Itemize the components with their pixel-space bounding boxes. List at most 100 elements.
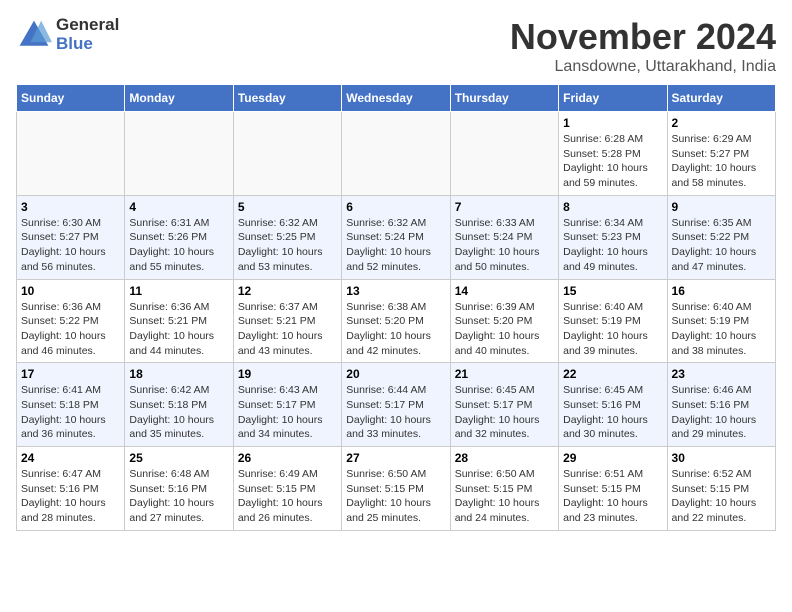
calendar-cell: 26Sunrise: 6:49 AM Sunset: 5:15 PM Dayli… (233, 447, 341, 531)
day-info: Sunrise: 6:28 AM Sunset: 5:28 PM Dayligh… (563, 132, 662, 191)
day-number: 18 (129, 367, 228, 381)
day-info: Sunrise: 6:44 AM Sunset: 5:17 PM Dayligh… (346, 383, 445, 442)
day-number: 9 (672, 200, 771, 214)
calendar-cell (450, 112, 558, 196)
calendar-cell: 25Sunrise: 6:48 AM Sunset: 5:16 PM Dayli… (125, 447, 233, 531)
calendar-cell: 18 Sunrise: 6:42 AM Sunset: 5:18 PM Dayli… (125, 363, 233, 447)
day-info: Sunrise: 6:45 AM Sunset: 5:17 PM Dayligh… (455, 383, 554, 442)
calendar-cell: 8 Sunrise: 6:34 AM Sunset: 5:23 PM Daylig… (559, 195, 667, 279)
day-number: 30 (672, 451, 771, 465)
calendar-cell (17, 112, 125, 196)
header: General Blue November 2024 Lansdowne, Ut… (16, 16, 776, 76)
day-info: Sunrise: 6:51 AM Sunset: 5:15 PM Dayligh… (563, 467, 662, 526)
col-header-sunday: Sunday (17, 85, 125, 112)
col-header-saturday: Saturday (667, 85, 775, 112)
day-info: Sunrise: 6:39 AM Sunset: 5:20 PM Dayligh… (455, 300, 554, 359)
day-info: Sunrise: 6:41 AM Sunset: 5:18 PM Dayligh… (21, 383, 120, 442)
week-row-4: 17 Sunrise: 6:41 AM Sunset: 5:18 PM Dayli… (17, 363, 776, 447)
col-header-monday: Monday (125, 85, 233, 112)
day-info: Sunrise: 6:47 AM Sunset: 5:16 PM Dayligh… (21, 467, 120, 526)
day-number: 14 (455, 284, 554, 298)
day-info: Sunrise: 6:49 AM Sunset: 5:15 PM Dayligh… (238, 467, 337, 526)
day-number: 16 (672, 284, 771, 298)
logo: General Blue (16, 16, 119, 53)
calendar-cell: 2Sunrise: 6:29 AM Sunset: 5:27 PM Daylig… (667, 112, 775, 196)
calendar-cell: 19 Sunrise: 6:43 AM Sunset: 5:17 PM Dayli… (233, 363, 341, 447)
day-number: 8 (563, 200, 662, 214)
calendar-cell: 29 Sunrise: 6:51 AM Sunset: 5:15 PM Dayli… (559, 447, 667, 531)
day-number: 20 (346, 367, 445, 381)
day-info: Sunrise: 6:42 AM Sunset: 5:18 PM Dayligh… (129, 383, 228, 442)
day-number: 4 (129, 200, 228, 214)
day-number: 24 (21, 451, 120, 465)
calendar-cell: 14 Sunrise: 6:39 AM Sunset: 5:20 PM Dayli… (450, 279, 558, 363)
calendar-cell (125, 112, 233, 196)
day-info: Sunrise: 6:32 AM Sunset: 5:25 PM Dayligh… (238, 216, 337, 275)
day-number: 17 (21, 367, 120, 381)
day-number: 27 (346, 451, 445, 465)
day-info: Sunrise: 6:46 AM Sunset: 5:16 PM Dayligh… (672, 383, 771, 442)
logo-icon (16, 17, 52, 53)
calendar-cell: 10Sunrise: 6:36 AM Sunset: 5:22 PM Dayli… (17, 279, 125, 363)
day-info: Sunrise: 6:50 AM Sunset: 5:15 PM Dayligh… (346, 467, 445, 526)
calendar-cell: 17 Sunrise: 6:41 AM Sunset: 5:18 PM Dayli… (17, 363, 125, 447)
calendar-cell: 16 Sunrise: 6:40 AM Sunset: 5:19 PM Dayli… (667, 279, 775, 363)
calendar-cell: 13Sunrise: 6:38 AM Sunset: 5:20 PM Dayli… (342, 279, 450, 363)
day-info: Sunrise: 6:36 AM Sunset: 5:21 PM Dayligh… (129, 300, 228, 359)
day-info: Sunrise: 6:40 AM Sunset: 5:19 PM Dayligh… (672, 300, 771, 359)
day-number: 25 (129, 451, 228, 465)
calendar-cell: 7 Sunrise: 6:33 AM Sunset: 5:24 PM Daylig… (450, 195, 558, 279)
logo-blue-text: Blue (56, 35, 119, 54)
calendar-cell: 5 Sunrise: 6:32 AM Sunset: 5:25 PM Daylig… (233, 195, 341, 279)
calendar-cell: 27 Sunrise: 6:50 AM Sunset: 5:15 PM Dayli… (342, 447, 450, 531)
col-header-thursday: Thursday (450, 85, 558, 112)
day-info: Sunrise: 6:43 AM Sunset: 5:17 PM Dayligh… (238, 383, 337, 442)
day-info: Sunrise: 6:30 AM Sunset: 5:27 PM Dayligh… (21, 216, 120, 275)
day-info: Sunrise: 6:34 AM Sunset: 5:23 PM Dayligh… (563, 216, 662, 275)
week-row-1: 1 Sunrise: 6:28 AM Sunset: 5:28 PM Daylig… (17, 112, 776, 196)
day-number: 6 (346, 200, 445, 214)
calendar-table: SundayMondayTuesdayWednesdayThursdayFrid… (16, 84, 776, 531)
day-number: 19 (238, 367, 337, 381)
calendar-cell: 24 Sunrise: 6:47 AM Sunset: 5:16 PM Dayli… (17, 447, 125, 531)
col-header-friday: Friday (559, 85, 667, 112)
calendar-cell: 30 Sunrise: 6:52 AM Sunset: 5:15 PM Dayli… (667, 447, 775, 531)
month-title: November 2024 (510, 16, 776, 58)
calendar-cell: 3Sunrise: 6:30 AM Sunset: 5:27 PM Daylig… (17, 195, 125, 279)
day-number: 12 (238, 284, 337, 298)
day-number: 1 (563, 116, 662, 130)
day-info: Sunrise: 6:40 AM Sunset: 5:19 PM Dayligh… (563, 300, 662, 359)
week-row-5: 24 Sunrise: 6:47 AM Sunset: 5:16 PM Dayli… (17, 447, 776, 531)
day-info: Sunrise: 6:33 AM Sunset: 5:24 PM Dayligh… (455, 216, 554, 275)
day-number: 29 (563, 451, 662, 465)
day-number: 7 (455, 200, 554, 214)
calendar-cell: 4Sunrise: 6:31 AM Sunset: 5:26 PM Daylig… (125, 195, 233, 279)
day-info: Sunrise: 6:36 AM Sunset: 5:22 PM Dayligh… (21, 300, 120, 359)
calendar-cell (233, 112, 341, 196)
col-header-wednesday: Wednesday (342, 85, 450, 112)
day-info: Sunrise: 6:52 AM Sunset: 5:15 PM Dayligh… (672, 467, 771, 526)
calendar-cell: 22 Sunrise: 6:45 AM Sunset: 5:16 PM Dayli… (559, 363, 667, 447)
day-info: Sunrise: 6:50 AM Sunset: 5:15 PM Dayligh… (455, 467, 554, 526)
calendar-cell: 1 Sunrise: 6:28 AM Sunset: 5:28 PM Daylig… (559, 112, 667, 196)
logo-general-text: General (56, 16, 119, 35)
calendar-cell (342, 112, 450, 196)
calendar-cell: 21Sunrise: 6:45 AM Sunset: 5:17 PM Dayli… (450, 363, 558, 447)
day-number: 28 (455, 451, 554, 465)
calendar-cell: 9Sunrise: 6:35 AM Sunset: 5:22 PM Daylig… (667, 195, 775, 279)
calendar-cell: 23 Sunrise: 6:46 AM Sunset: 5:16 PM Dayli… (667, 363, 775, 447)
calendar-cell: 15 Sunrise: 6:40 AM Sunset: 5:19 PM Dayli… (559, 279, 667, 363)
week-row-2: 3Sunrise: 6:30 AM Sunset: 5:27 PM Daylig… (17, 195, 776, 279)
calendar-cell: 6 Sunrise: 6:32 AM Sunset: 5:24 PM Daylig… (342, 195, 450, 279)
day-number: 15 (563, 284, 662, 298)
day-info: Sunrise: 6:37 AM Sunset: 5:21 PM Dayligh… (238, 300, 337, 359)
day-info: Sunrise: 6:32 AM Sunset: 5:24 PM Dayligh… (346, 216, 445, 275)
day-number: 2 (672, 116, 771, 130)
day-number: 22 (563, 367, 662, 381)
day-number: 23 (672, 367, 771, 381)
day-number: 5 (238, 200, 337, 214)
col-header-tuesday: Tuesday (233, 85, 341, 112)
day-info: Sunrise: 6:45 AM Sunset: 5:16 PM Dayligh… (563, 383, 662, 442)
title-area: November 2024 Lansdowne, Uttarakhand, In… (510, 16, 776, 76)
calendar-cell: 12 Sunrise: 6:37 AM Sunset: 5:21 PM Dayli… (233, 279, 341, 363)
